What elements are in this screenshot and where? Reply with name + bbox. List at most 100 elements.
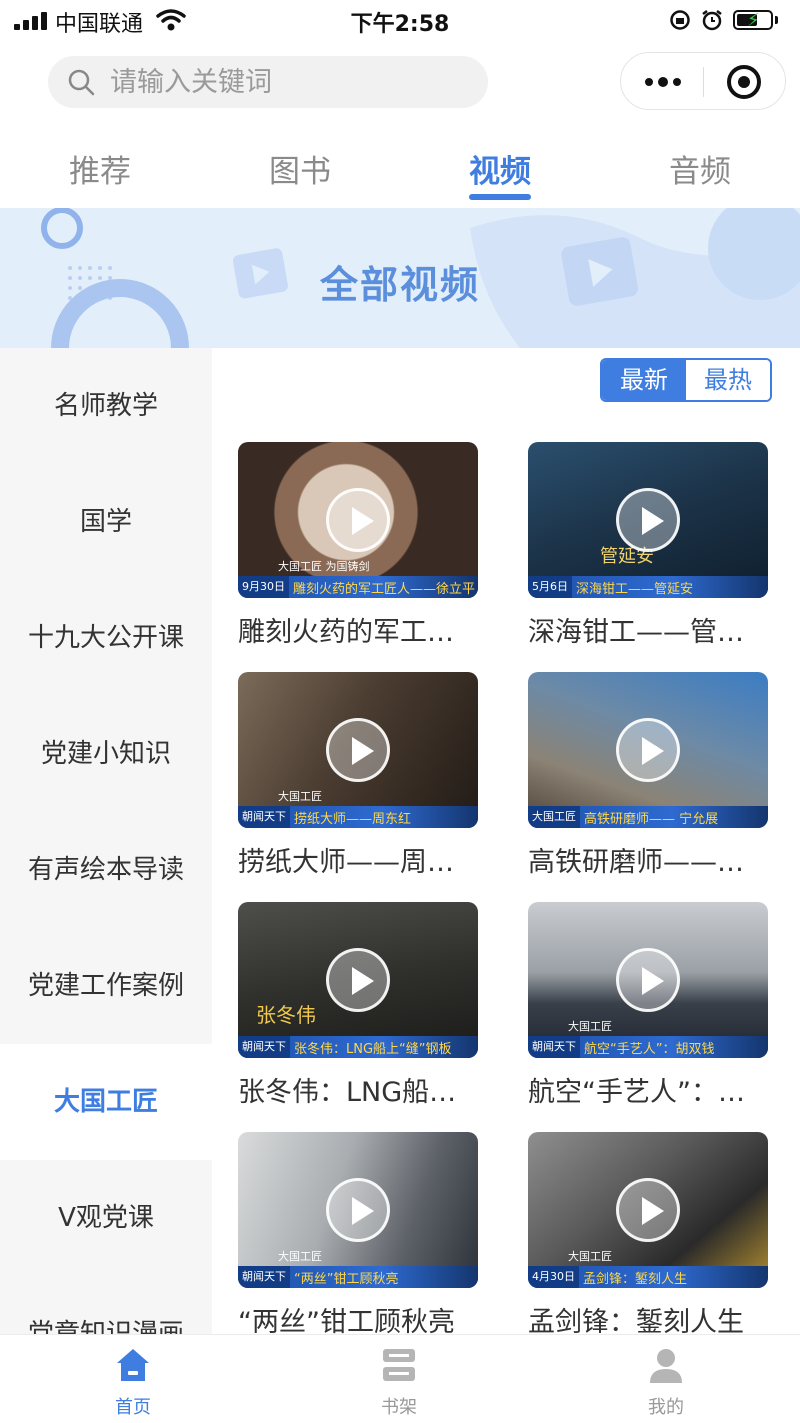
nav-profile[interactable]: 我的 bbox=[533, 1335, 799, 1423]
battery-icon: ⚡ bbox=[733, 10, 773, 31]
thumbnail-brand: 张冬伟 bbox=[256, 1003, 316, 1027]
thumbnail-brand: 大国工匠 为国铸剑 bbox=[278, 560, 370, 573]
thumbnail-caption-bar: 朝闻天下 捞纸大师——周东红 bbox=[238, 806, 478, 828]
video-thumbnail[interactable]: 大国工匠 朝闻天下 “两丝”钳工顾秋亮 bbox=[238, 1132, 478, 1288]
video-title[interactable]: 航空“手艺人”：… bbox=[528, 1070, 768, 1109]
thumbnail-caption: 张冬伟：LNG船上“缝”钢板 bbox=[294, 1041, 452, 1057]
video-thumbnail[interactable]: 管延安 5月6日 深海钳工——管延安 bbox=[528, 442, 768, 598]
thumbnail-tag: 5月6日 bbox=[528, 576, 572, 598]
video-title[interactable]: 张冬伟：LNG船… bbox=[238, 1070, 478, 1109]
alarm-icon bbox=[702, 10, 722, 31]
search-icon bbox=[68, 69, 95, 96]
thumbnail-caption-bar: 大国工匠 高铁研磨师—— 宁允展 bbox=[528, 806, 768, 828]
profile-icon bbox=[650, 1349, 682, 1383]
category-sidebar: 名师教学 国学 十九大公开课 党建小知识 有声绘本导读 党建工作案例 大国工匠 … bbox=[0, 348, 212, 1336]
nav-bookshelf[interactable]: 书架 bbox=[266, 1335, 532, 1423]
video-title[interactable]: 深海钳工——管… bbox=[528, 610, 768, 649]
more-menu-icon[interactable] bbox=[645, 77, 681, 87]
video-thumbnail[interactable]: 大国工匠 朝闻天下 捞纸大师——周东红 bbox=[238, 672, 478, 828]
nav-home-label: 首页 bbox=[115, 1397, 151, 1418]
video-card[interactable]: 大国工匠 为国铸剑 9月30日 雕刻火药的军工匠人——徐立平 雕刻火药的军工… bbox=[238, 442, 478, 649]
thumbnail-caption-bar: 朝闻天下 张冬伟：LNG船上“缝”钢板 bbox=[238, 1036, 478, 1058]
thumbnail-caption: “两丝”钳工顾秋亮 bbox=[294, 1271, 399, 1287]
bottom-tab-bar: 首页 书架 我的 bbox=[0, 1334, 800, 1423]
battery-cap bbox=[775, 16, 778, 24]
close-miniprogram-icon[interactable] bbox=[727, 65, 761, 99]
video-card[interactable]: 大国工匠 4月30日 孟剑锋：錾刻人生 孟剑锋：錾刻人生 bbox=[528, 1132, 768, 1339]
sidebar-item-19th-congress[interactable]: 十九大公开课 bbox=[0, 580, 212, 696]
orientation-lock-icon bbox=[670, 10, 690, 30]
thumbnail-tag: 朝闻天下 bbox=[528, 1036, 580, 1058]
nav-profile-label: 我的 bbox=[648, 1397, 684, 1418]
video-card[interactable]: 大国工匠 高铁研磨师—— 宁允展 高铁研磨师——… bbox=[528, 672, 768, 879]
thumbnail-brand: 大国工匠 bbox=[278, 1250, 322, 1263]
sidebar-item-great-craftsmen[interactable]: 大国工匠 bbox=[0, 1044, 212, 1160]
search-bar[interactable] bbox=[48, 56, 488, 108]
thumbnail-caption-bar: 5月6日 深海钳工——管延安 bbox=[528, 576, 768, 598]
video-title[interactable]: 捞纸大师——周… bbox=[238, 840, 478, 879]
sidebar-item-party-knowledge[interactable]: 党建小知识 bbox=[0, 696, 212, 812]
thumbnail-caption: 航空“手艺人”：胡双钱 bbox=[584, 1041, 715, 1057]
thumbnail-caption-bar: 朝闻天下 “两丝”钳工顾秋亮 bbox=[238, 1266, 478, 1288]
status-bar: 中国联通 下午2:58 ⚡ bbox=[0, 0, 800, 40]
sidebar-item-v-party-class[interactable]: V观党课 bbox=[0, 1160, 212, 1276]
capsule-divider bbox=[703, 67, 704, 97]
video-thumbnail[interactable]: 大国工匠 高铁研磨师—— 宁允展 bbox=[528, 672, 768, 828]
play-icon[interactable] bbox=[326, 488, 390, 552]
section-banner: 全部视频 bbox=[0, 208, 800, 348]
thumbnail-brand: 大国工匠 bbox=[568, 1020, 612, 1033]
thumbnail-caption-bar: 朝闻天下 航空“手艺人”：胡双钱 bbox=[528, 1036, 768, 1058]
thumbnail-caption: 孟剑锋：錾刻人生 bbox=[583, 1271, 688, 1287]
status-right-icons: ⚡ bbox=[669, 6, 778, 34]
video-thumbnail[interactable]: 大国工匠 朝闻天下 航空“手艺人”：胡双钱 bbox=[528, 902, 768, 1058]
thumbnail-tag: 朝闻天下 bbox=[238, 1036, 290, 1058]
video-thumbnail[interactable]: 张冬伟 朝闻天下 张冬伟：LNG船上“缝”钢板 bbox=[238, 902, 478, 1058]
banner-title: 全部视频 bbox=[319, 263, 480, 307]
search-input[interactable] bbox=[108, 65, 452, 99]
play-icon[interactable] bbox=[326, 1178, 390, 1242]
tab-books[interactable]: 图书 bbox=[200, 146, 400, 191]
sidebar-item-party-comics[interactable]: 党章知识漫画 bbox=[0, 1276, 212, 1336]
play-icon[interactable] bbox=[616, 1178, 680, 1242]
sidebar-item-picture-books[interactable]: 有声绘本导读 bbox=[0, 812, 212, 928]
video-title[interactable]: 高铁研磨师——… bbox=[528, 840, 768, 879]
video-card[interactable]: 大国工匠 朝闻天下 “两丝”钳工顾秋亮 “两丝”钳工顾秋亮 bbox=[238, 1132, 478, 1339]
home-icon bbox=[117, 1349, 149, 1381]
video-thumbnail[interactable]: 大国工匠 为国铸剑 9月30日 雕刻火药的军工匠人——徐立平 bbox=[238, 442, 478, 598]
tab-recommend[interactable]: 推荐 bbox=[0, 146, 200, 191]
tab-audio[interactable]: 音频 bbox=[600, 146, 800, 191]
video-title[interactable]: 雕刻火药的军工… bbox=[238, 610, 478, 649]
active-tab-indicator bbox=[469, 194, 531, 200]
sidebar-item-masters[interactable]: 名师教学 bbox=[0, 348, 212, 464]
video-card[interactable]: 张冬伟 朝闻天下 张冬伟：LNG船上“缝”钢板 张冬伟：LNG船… bbox=[238, 902, 478, 1109]
video-thumbnail[interactable]: 大国工匠 4月30日 孟剑锋：錾刻人生 bbox=[528, 1132, 768, 1288]
sidebar-item-party-cases[interactable]: 党建工作案例 bbox=[0, 928, 212, 1044]
sort-hottest-button[interactable]: 最热 bbox=[686, 360, 770, 400]
play-icon[interactable] bbox=[616, 718, 680, 782]
play-icon[interactable] bbox=[326, 718, 390, 782]
sort-newest-button[interactable]: 最新 bbox=[602, 360, 686, 400]
category-tabs: 推荐 图书 视频 音频 bbox=[0, 136, 800, 206]
thumbnail-caption: 深海钳工——管延安 bbox=[576, 581, 694, 597]
mini-program-capsule bbox=[620, 52, 786, 110]
thumbnail-brand: 大国工匠 bbox=[568, 1250, 612, 1263]
sort-toggle: 最新 最热 bbox=[600, 358, 772, 402]
thumbnail-tag: 朝闻天下 bbox=[238, 806, 290, 828]
thumbnail-tag: 朝闻天下 bbox=[238, 1266, 290, 1288]
play-icon[interactable] bbox=[326, 948, 390, 1012]
play-icon[interactable] bbox=[616, 488, 680, 552]
thumbnail-tag: 9月30日 bbox=[238, 576, 289, 598]
thumbnail-caption-bar: 9月30日 雕刻火药的军工匠人——徐立平 bbox=[238, 576, 478, 598]
nav-home[interactable]: 首页 bbox=[0, 1335, 266, 1423]
tab-videos[interactable]: 视频 bbox=[400, 146, 600, 191]
thumbnail-caption-bar: 4月30日 孟剑锋：錾刻人生 bbox=[528, 1266, 768, 1288]
video-card[interactable]: 大国工匠 朝闻天下 捞纸大师——周东红 捞纸大师——周… bbox=[238, 672, 478, 879]
bookshelf-icon bbox=[383, 1349, 415, 1381]
thumbnail-tag: 4月30日 bbox=[528, 1266, 579, 1288]
sidebar-item-sinology[interactable]: 国学 bbox=[0, 464, 212, 580]
video-card[interactable]: 大国工匠 朝闻天下 航空“手艺人”：胡双钱 航空“手艺人”：… bbox=[528, 902, 768, 1109]
thumbnail-tag: 大国工匠 bbox=[528, 806, 580, 828]
thumbnail-caption: 雕刻火药的军工匠人——徐立平 bbox=[293, 581, 476, 597]
video-card[interactable]: 管延安 5月6日 深海钳工——管延安 深海钳工——管… bbox=[528, 442, 768, 649]
play-icon[interactable] bbox=[616, 948, 680, 1012]
